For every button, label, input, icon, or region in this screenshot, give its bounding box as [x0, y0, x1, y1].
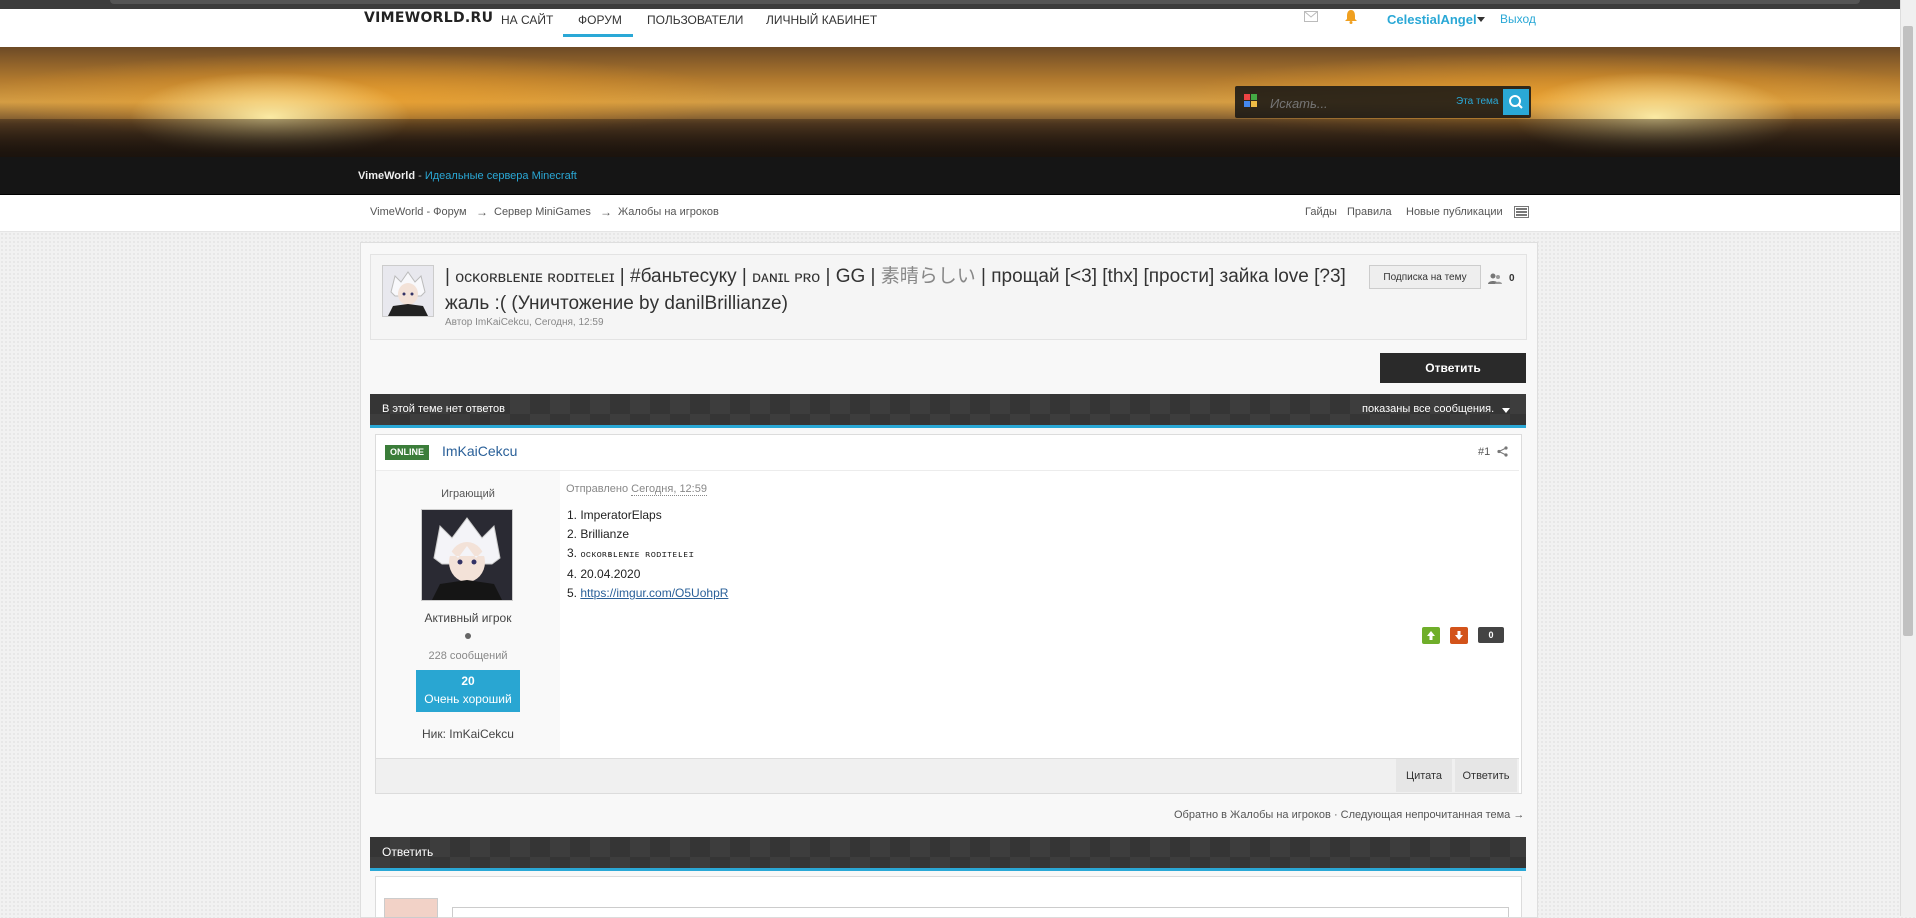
quote-button[interactable]: Цитата — [1396, 759, 1452, 792]
post-body: 1. ImperatorElaps 2. Brillianze 3. ᴏᴄᴋᴏʀ… — [567, 506, 728, 603]
followers-icon — [1488, 273, 1502, 284]
breadcrumb-bar — [0, 195, 1900, 232]
post-line-number: 3. — [567, 546, 581, 560]
title-part-japanese: 素晴らしい — [880, 266, 976, 287]
post-line: 5. https://imgur.com/O5UohpR — [567, 584, 728, 603]
vote-up-button[interactable] — [1422, 627, 1440, 644]
bottom-navigation[interactable]: Обратно в Жалобы на игроков · Следующая … — [1174, 809, 1524, 821]
breadcrumb-arrow: → — [476, 205, 488, 219]
vote-count: 0 — [1478, 627, 1504, 643]
breadcrumb-minigames[interactable]: Сервер MiniGames — [494, 206, 591, 218]
link-rules[interactable]: Правила — [1347, 206, 1392, 218]
post-reply-button[interactable]: Ответить — [1455, 759, 1517, 792]
post-header — [376, 435, 1519, 471]
online-badge: ONLINE — [385, 445, 430, 460]
chevron-down-icon[interactable] — [1502, 408, 1510, 413]
reputation-label: Очень хороший — [424, 692, 512, 706]
search-button[interactable] — [1503, 89, 1529, 115]
user-rank: Активный игрок — [424, 611, 512, 625]
site-name: VimeWorld — [358, 170, 416, 182]
reply-section-title: Ответить — [382, 845, 434, 859]
title-part: | GG | — [820, 266, 881, 287]
search-options-icon[interactable] — [1244, 94, 1257, 107]
mail-icon[interactable] — [1304, 11, 1318, 22]
avatar-image — [383, 266, 433, 316]
posts-filter-dropdown[interactable]: показаны все сообщения. — [1362, 403, 1494, 415]
site-tagline: Идеальные сервера Minecraft — [424, 170, 577, 182]
site-separator: - — [415, 170, 425, 182]
post-author-avatar[interactable] — [421, 509, 513, 601]
breadcrumb-forum[interactable]: VimeWorld - Форум — [370, 206, 467, 218]
followers-count: 0 — [1509, 273, 1515, 284]
top-navbar — [0, 9, 1900, 48]
reply-user-avatar — [384, 898, 438, 918]
layout-toggle-icon[interactable] — [1514, 206, 1529, 218]
topic-author-avatar[interactable] — [382, 265, 434, 317]
search-scope[interactable]: Эта тема — [1456, 96, 1498, 107]
arrow-up-icon — [1427, 631, 1435, 640]
avatar-image — [422, 510, 512, 600]
post-number[interactable]: #1 — [1478, 446, 1490, 458]
rank-pip-icon — [465, 633, 471, 639]
logout-link[interactable]: Выход — [1500, 12, 1536, 26]
post-line-text: ᴏᴄᴋᴏʀʙʟᴇɴɪᴇ ʀᴏᴅɪᴛᴇʟᴇɪ — [580, 550, 694, 560]
link-new-posts[interactable]: Новые публикации — [1406, 206, 1503, 218]
title-part-smallcaps: ᴏᴄᴋᴏʀʙʟᴇɴɪᴇ ʀᴏᴅɪᴛᴇʟᴇɪ — [455, 269, 615, 286]
bell-icon[interactable] — [1344, 9, 1358, 24]
post-line: 4. 20.04.2020 — [567, 567, 641, 581]
breadcrumb-complaints[interactable]: Жалобы на игроков — [618, 206, 719, 218]
search-icon — [1509, 95, 1523, 109]
nav-link-users[interactable]: ПОЛЬЗОВАТЕЛИ — [647, 13, 743, 27]
link-guides[interactable]: Гайды — [1305, 206, 1337, 218]
share-icon[interactable] — [1497, 446, 1508, 457]
post-date: Отправлено Сегодня, 12:59 — [566, 483, 707, 496]
nav-link-forum[interactable]: ФОРУМ — [578, 13, 622, 27]
search-input[interactable] — [1268, 90, 1452, 116]
follow-topic-button[interactable]: Подписка на тему — [1369, 265, 1481, 289]
post-line-number: 5. — [567, 586, 581, 600]
site-subtitle-bar — [0, 157, 1900, 195]
title-part-smallcaps: ᴅᴀɴɪʟ ᴘʀᴏ — [752, 269, 821, 286]
topic-title: | ᴏᴄᴋᴏʀʙʟᴇɴɪᴇ ʀᴏᴅɪᴛᴇʟᴇɪ | #баньтесуку | … — [445, 264, 1365, 317]
user-group: Играющий — [441, 488, 495, 500]
evidence-link[interactable]: https://imgur.com/O5UohpR — [580, 586, 728, 600]
nav-active-indicator — [563, 34, 633, 37]
user-nick: Ник: ImKaiCekcu — [422, 727, 514, 741]
scrollbar-thumb[interactable] — [1903, 26, 1913, 636]
header-banner — [0, 47, 1900, 157]
site-logo[interactable]: VIMEWORLD.RU — [364, 10, 493, 26]
post-line: 1. ImperatorElaps — [567, 508, 662, 522]
posts-bar — [370, 394, 1526, 428]
post-author-name[interactable]: ImKaiCekcu — [442, 443, 517, 459]
user-menu-name[interactable]: CelestialAngel — [1387, 12, 1477, 27]
reputation-value: 20 — [461, 674, 475, 688]
breadcrumb-arrow: → — [600, 205, 612, 219]
post-line: 2. Brillianze — [567, 527, 630, 541]
post-line: 3. ᴏᴄᴋᴏʀʙʟᴇɴɪᴇ ʀᴏᴅɪᴛᴇʟᴇɪ — [567, 544, 728, 565]
reply-section-bar — [370, 837, 1526, 871]
nav-link-account[interactable]: ЛИЧНЫЙ КАБИНЕТ — [766, 13, 877, 27]
vote-down-button[interactable] — [1450, 627, 1468, 644]
posts-bar-info: В этой теме нет ответов — [382, 403, 505, 415]
post-date-prefix: Отправлено — [566, 483, 632, 495]
title-part: | — [445, 266, 456, 287]
site-name-line: VimeWorld - Идеальные сервера Minecraft — [358, 170, 577, 182]
title-part: | #баньтесуку | — [614, 266, 753, 287]
browser-top-strip — [0, 0, 1916, 9]
arrow-down-icon — [1455, 631, 1463, 640]
nav-link-site[interactable]: НА САЙТ — [501, 13, 553, 27]
post-footer — [376, 758, 1519, 793]
user-post-count: 228 сообщений — [428, 650, 508, 662]
topic-meta: Автор ImKaiCekcu, Сегодня, 12:59 — [445, 317, 604, 328]
chevron-down-icon[interactable] — [1477, 17, 1485, 22]
reply-button[interactable]: Ответить — [1380, 353, 1526, 383]
post-date-value: Сегодня, 12:59 — [631, 483, 707, 496]
